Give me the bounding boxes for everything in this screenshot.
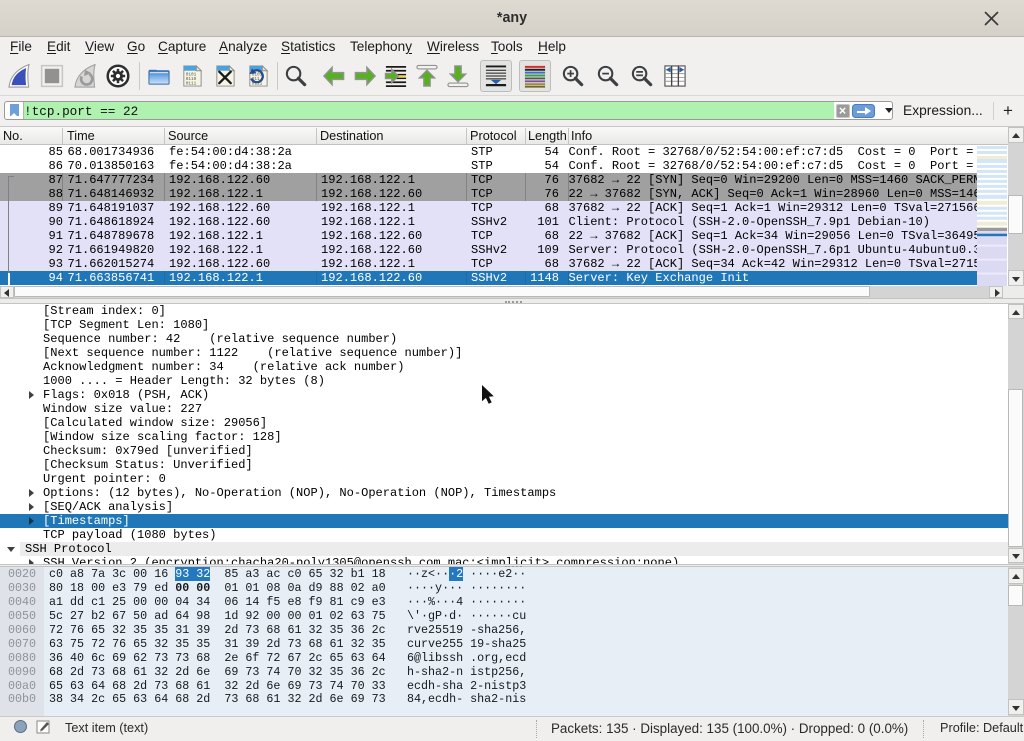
svg-text:0111: 0111	[186, 80, 197, 86]
